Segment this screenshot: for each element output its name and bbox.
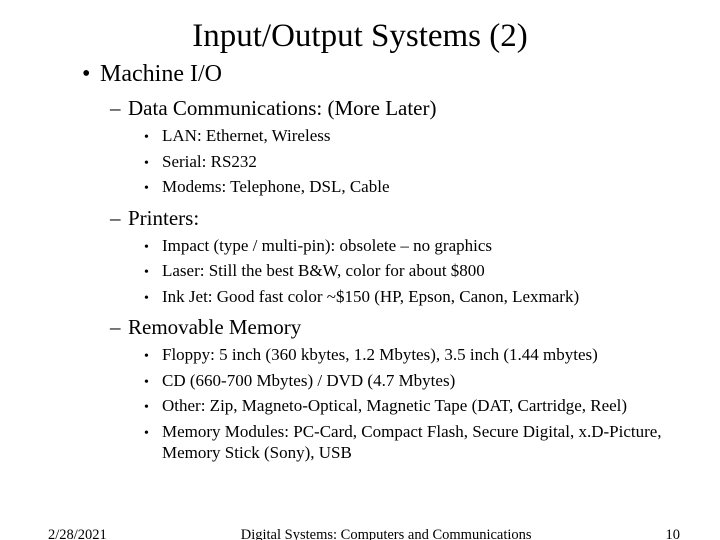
- bullet-l2-removable: – Removable Memory: [110, 315, 672, 340]
- bullet-icon: •: [144, 374, 162, 392]
- dash-icon: –: [110, 315, 128, 340]
- bullet-icon: •: [144, 290, 162, 308]
- bullet-text: Other: Zip, Magneto-Optical, Magnetic Ta…: [162, 395, 627, 416]
- slide-content: • Machine I/O – Data Communications: (Mo…: [0, 61, 720, 463]
- bullet-l3-modems: • Modems: Telephone, DSL, Cable: [144, 176, 672, 198]
- slide-title: Input/Output Systems (2): [0, 18, 720, 55]
- bullet-l3-inkjet: • Ink Jet: Good fast color ~$150 (HP, Ep…: [144, 286, 672, 308]
- bullet-text: Ink Jet: Good fast color ~$150 (HP, Epso…: [162, 286, 579, 307]
- bullet-icon: •: [144, 155, 162, 173]
- dash-icon: –: [110, 96, 128, 121]
- bullet-l3-floppy: • Floppy: 5 inch (360 kbytes, 1.2 Mbytes…: [144, 344, 672, 366]
- bullet-text: Impact (type / multi-pin): obsolete – no…: [162, 235, 492, 256]
- bullet-text: Laser: Still the best B&W, color for abo…: [162, 260, 485, 281]
- bullet-icon: •: [144, 264, 162, 282]
- bullet-text: Floppy: 5 inch (360 kbytes, 1.2 Mbytes),…: [162, 344, 598, 365]
- bullet-icon: •: [144, 129, 162, 147]
- dash-icon: –: [110, 206, 128, 231]
- bullet-text: Printers:: [128, 206, 199, 231]
- bullet-l2-datacom: – Data Communications: (More Later): [110, 96, 672, 121]
- bullet-text: Machine I/O: [100, 61, 222, 88]
- bullet-text: Removable Memory: [128, 315, 301, 340]
- slide-footer: 2/28/2021 Digital Systems: Computers and…: [0, 527, 720, 540]
- bullet-icon: •: [144, 239, 162, 257]
- bullet-icon: •: [144, 180, 162, 198]
- bullet-text: CD (660-700 Mbytes) / DVD (4.7 Mbytes): [162, 370, 455, 391]
- bullet-l2-printers: – Printers:: [110, 206, 672, 231]
- bullet-l3-memory-modules: • Memory Modules: PC-Card, Compact Flash…: [144, 421, 672, 464]
- bullet-icon: •: [144, 399, 162, 417]
- footer-title: Digital Systems: Computers and Communica…: [107, 527, 666, 540]
- bullet-l3-lan: • LAN: Ethernet, Wireless: [144, 125, 672, 147]
- bullet-l3-laser: • Laser: Still the best B&W, color for a…: [144, 260, 672, 282]
- bullet-text: LAN: Ethernet, Wireless: [162, 125, 330, 146]
- bullet-l3-other: • Other: Zip, Magneto-Optical, Magnetic …: [144, 395, 672, 417]
- bullet-l3-cd: • CD (660-700 Mbytes) / DVD (4.7 Mbytes): [144, 370, 672, 392]
- bullet-text: Modems: Telephone, DSL, Cable: [162, 176, 390, 197]
- bullet-text: Serial: RS232: [162, 151, 257, 172]
- bullet-icon: •: [144, 425, 162, 443]
- slide: Input/Output Systems (2) • Machine I/O –…: [0, 18, 720, 540]
- footer-date: 2/28/2021: [48, 527, 107, 540]
- bullet-icon: •: [144, 348, 162, 366]
- bullet-text: Memory Modules: PC-Card, Compact Flash, …: [162, 421, 672, 464]
- bullet-l3-impact: • Impact (type / multi-pin): obsolete – …: [144, 235, 672, 257]
- bullet-text: Data Communications: (More Later): [128, 96, 437, 121]
- bullet-l3-serial: • Serial: RS232: [144, 151, 672, 173]
- bullet-l1-machine-io: • Machine I/O: [82, 61, 672, 88]
- bullet-icon: •: [82, 61, 100, 88]
- footer-page-number: 10: [666, 527, 681, 540]
